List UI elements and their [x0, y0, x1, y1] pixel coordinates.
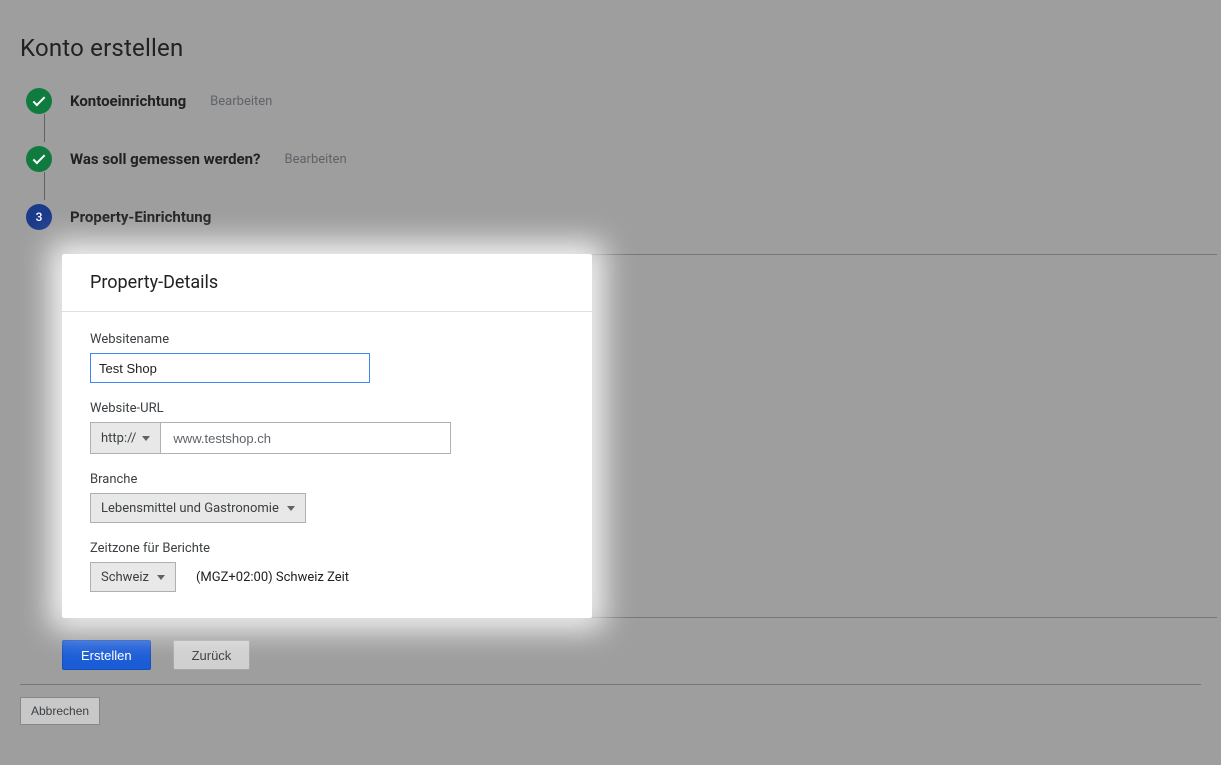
- field-timezone: Zeitzone für Berichte Schweiz (MGZ+02:00…: [90, 541, 564, 592]
- industry-select[interactable]: Lebensmittel und Gastronomie: [90, 493, 306, 523]
- create-button[interactable]: Erstellen: [62, 640, 151, 670]
- stepper: Kontoeinrichtung Bearbeiten Was soll gem…: [26, 88, 1201, 230]
- card-title: Property-Details: [62, 254, 592, 312]
- timezone-country-value: Schweiz: [101, 570, 149, 585]
- step-title: Was soll gemessen werden?: [70, 150, 260, 168]
- edit-link[interactable]: Bearbeiten: [210, 94, 272, 109]
- timezone-text: (MGZ+02:00) Schweiz Zeit: [196, 570, 349, 585]
- website-url-input[interactable]: [161, 422, 451, 454]
- label-industry: Branche: [90, 472, 564, 487]
- edit-link[interactable]: Bearbeiten: [284, 152, 346, 167]
- check-icon: [26, 88, 52, 114]
- label-website-name: Websitename: [90, 332, 564, 347]
- timezone-country-select[interactable]: Schweiz: [90, 562, 176, 592]
- divider: [20, 684, 1201, 685]
- protocol-select[interactable]: http://: [90, 422, 161, 454]
- page-title: Konto erstellen: [20, 34, 1201, 62]
- chevron-down-icon: [287, 506, 295, 511]
- industry-value: Lebensmittel und Gastronomie: [101, 501, 279, 516]
- field-website-name: Websitename: [90, 332, 564, 383]
- label-website-url: Website-URL: [90, 401, 564, 416]
- protocol-value: http://: [101, 431, 136, 446]
- step-property-setup: 3 Property-Einrichtung: [26, 204, 1201, 230]
- chevron-down-icon: [157, 575, 165, 580]
- step-title: Kontoeinrichtung: [70, 92, 186, 110]
- step-measure: Was soll gemessen werden? Bearbeiten: [26, 146, 1201, 172]
- step-title: Property-Einrichtung: [70, 208, 211, 226]
- cancel-button[interactable]: Abbrechen: [20, 697, 100, 725]
- step-account-setup: Kontoeinrichtung Bearbeiten: [26, 88, 1201, 114]
- step-number-badge: 3: [26, 204, 52, 230]
- check-icon: [26, 146, 52, 172]
- chevron-down-icon: [142, 436, 150, 441]
- property-details-card: Property-Details Websitename Website-URL…: [62, 254, 592, 618]
- field-website-url: Website-URL http://: [90, 401, 564, 454]
- field-industry: Branche Lebensmittel und Gastronomie: [90, 472, 564, 523]
- website-name-input[interactable]: [90, 353, 370, 383]
- label-timezone: Zeitzone für Berichte: [90, 541, 564, 556]
- back-button[interactable]: Zurück: [173, 640, 251, 670]
- action-row: Erstellen Zurück: [62, 640, 1201, 670]
